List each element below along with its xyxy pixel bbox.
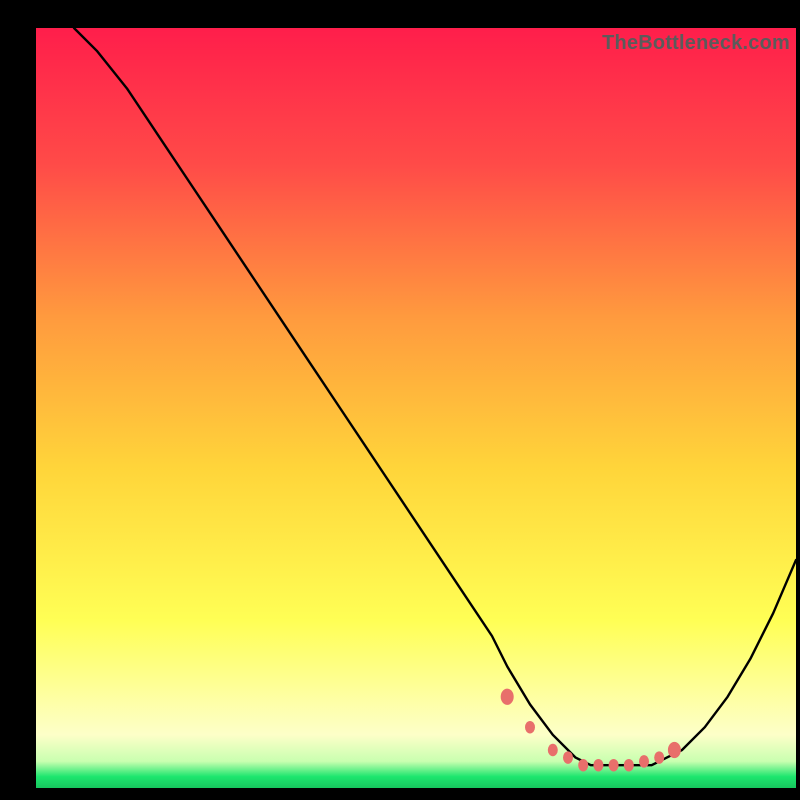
marker-dot <box>639 755 649 768</box>
watermark-text: TheBottleneck.com <box>602 32 790 55</box>
marker-dot <box>654 751 664 764</box>
marker-dot <box>609 759 619 772</box>
marker-dot <box>548 744 558 757</box>
marker-dot <box>563 751 573 764</box>
chart-frame: TheBottleneck.com <box>36 28 796 788</box>
marker-dot <box>624 759 634 772</box>
bottleneck-chart <box>36 28 796 788</box>
marker-dot <box>501 689 514 705</box>
marker-dot <box>525 721 535 734</box>
marker-dot <box>578 759 588 772</box>
marker-dot <box>668 742 681 758</box>
marker-dot <box>593 759 603 772</box>
gradient-background <box>36 28 796 788</box>
